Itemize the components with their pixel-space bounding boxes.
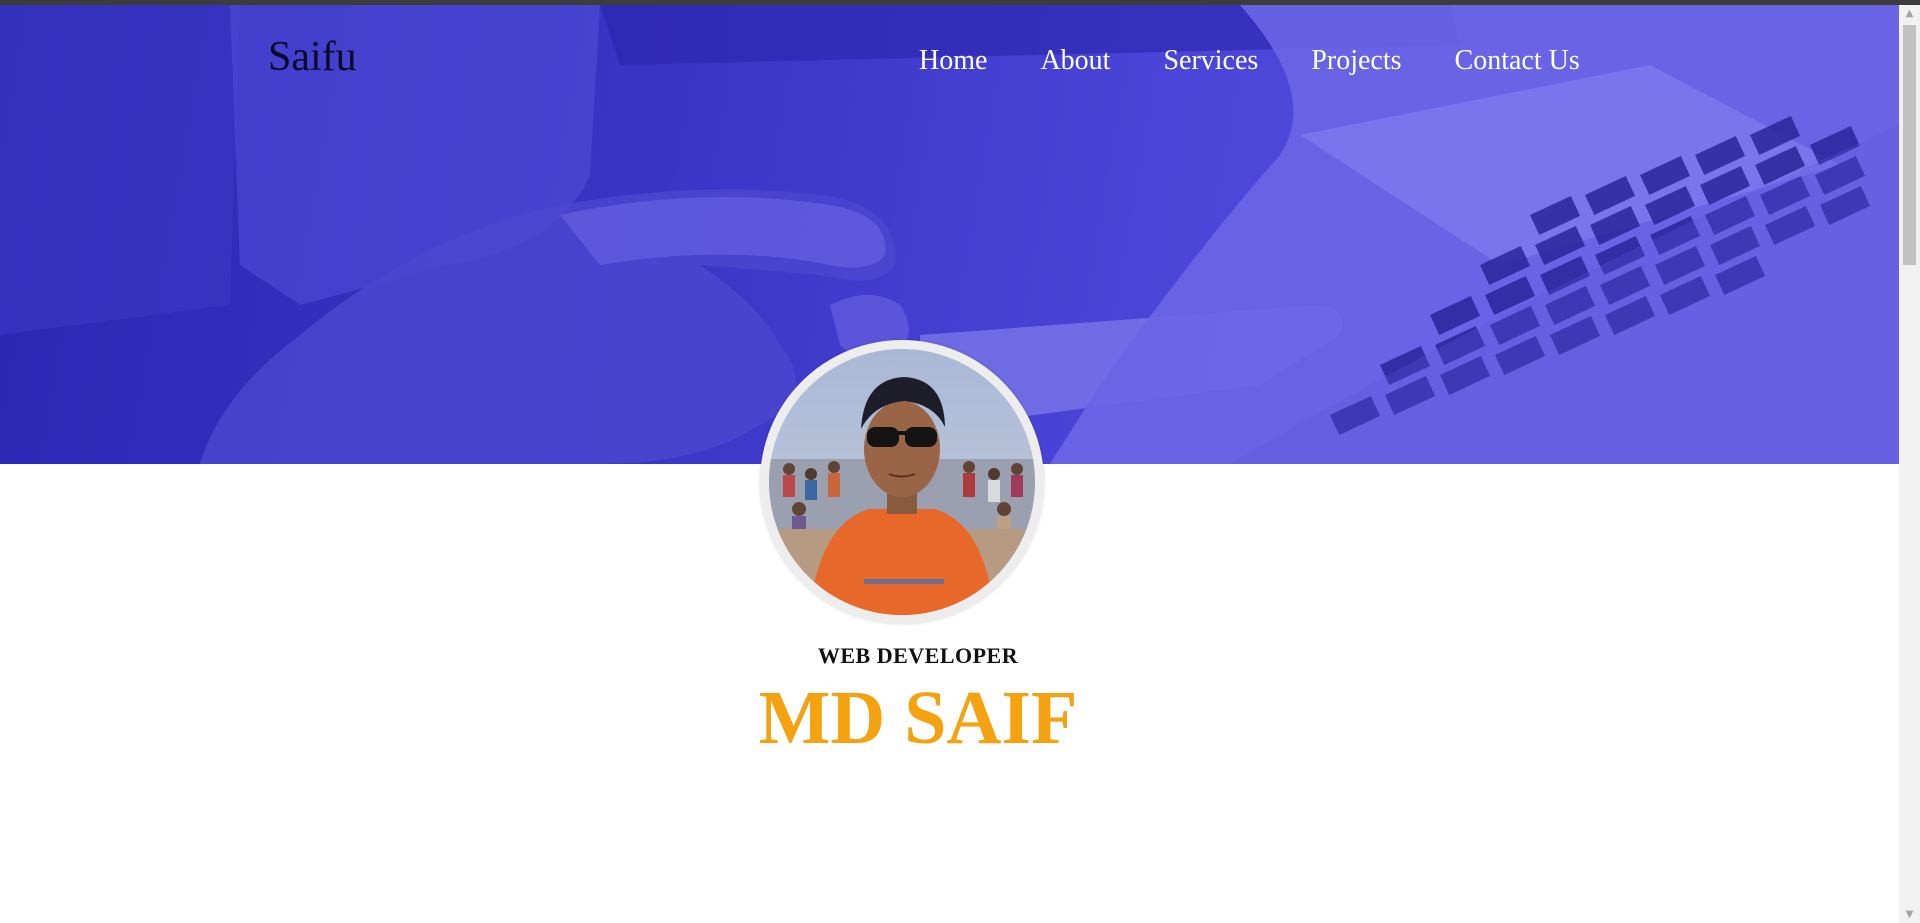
nav-home[interactable]: Home: [919, 45, 987, 77]
profile-role: WEB DEVELOPER: [817, 643, 1019, 668]
nav-projects[interactable]: Projects: [1311, 45, 1401, 77]
vertical-scrollbar[interactable]: ▲ ▼: [1899, 5, 1920, 923]
scrollbar-thumb[interactable]: [1903, 25, 1916, 265]
page: Saifu Home About Services Projects Conta…: [0, 5, 1899, 923]
nav-services[interactable]: Services: [1163, 45, 1258, 77]
profile-name: MD SAIF: [758, 676, 1078, 760]
main-nav: Home About Services Projects Contact Us: [919, 45, 1633, 77]
nav-contact-us[interactable]: Contact Us: [1455, 45, 1580, 77]
nav-about[interactable]: About: [1040, 45, 1110, 77]
scroll-down-arrow-icon[interactable]: ▼: [1899, 906, 1920, 923]
profile-photo: [769, 349, 1035, 615]
profile-avatar-frame: [760, 340, 1044, 624]
scroll-up-arrow-icon[interactable]: ▲: [1899, 5, 1920, 22]
site-logo[interactable]: Saifu: [268, 33, 357, 81]
